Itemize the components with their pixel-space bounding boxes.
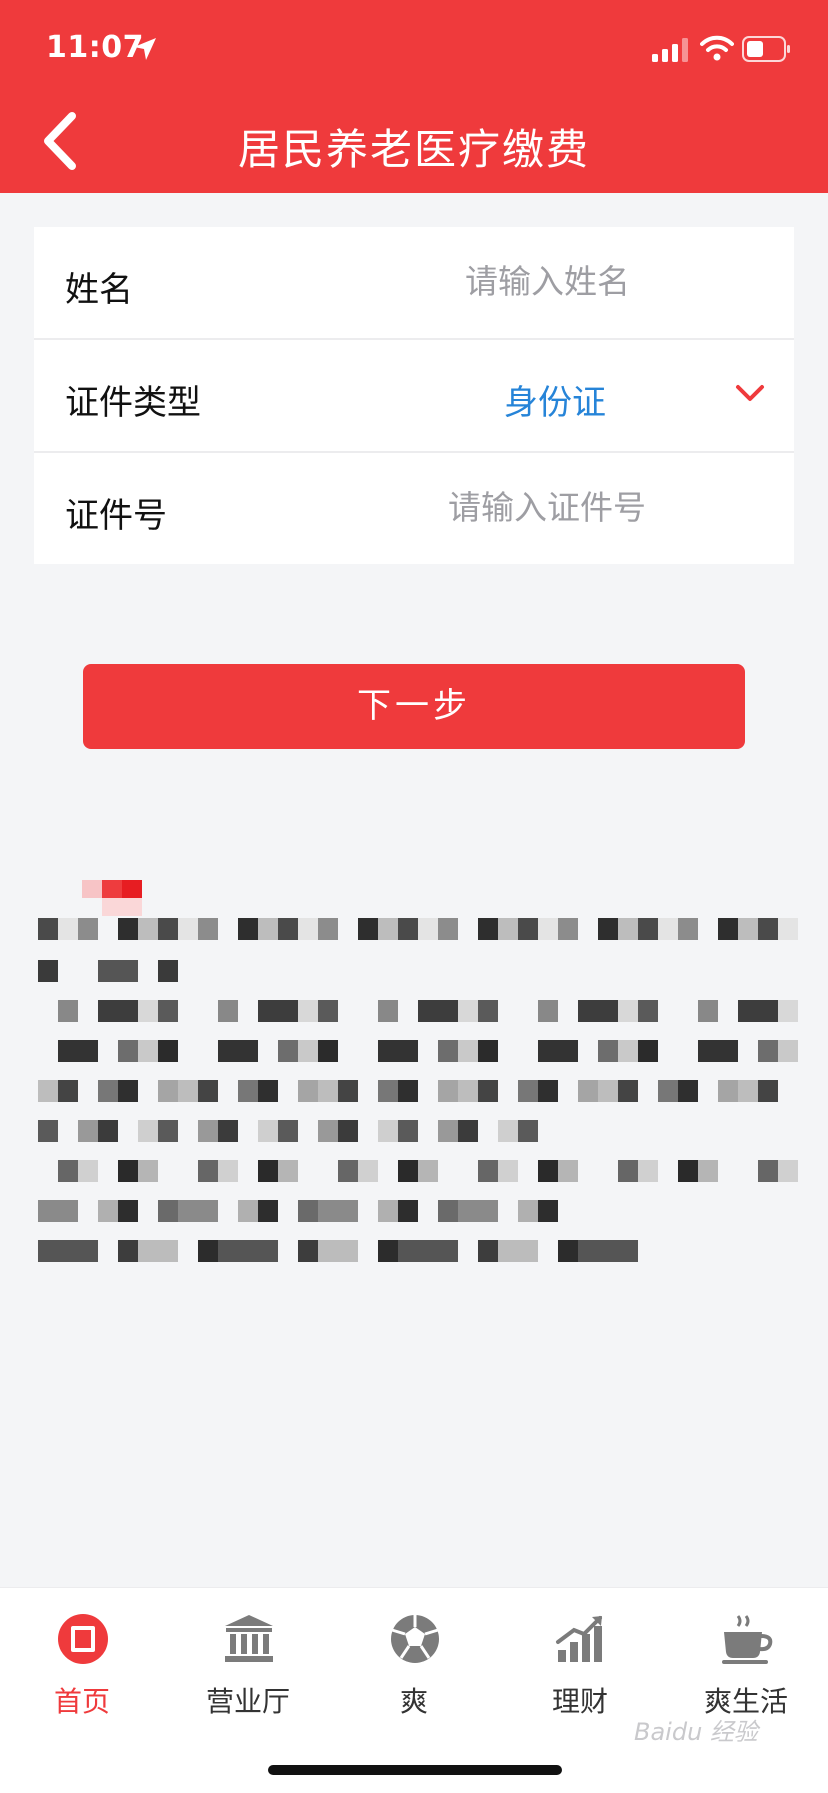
tab-label: 爽 <box>399 1685 428 1718</box>
coffee-cup-icon <box>722 1615 773 1664</box>
name-label: 姓名 <box>65 270 133 310</box>
payment-form: 姓名 证件类型 身份证 证件号 <box>34 227 794 564</box>
pixel-row <box>38 1080 798 1102</box>
pixel-block <box>102 898 142 916</box>
chevron-down-icon[interactable] <box>730 378 770 408</box>
id-type-label: 证件类型 <box>65 383 201 423</box>
bottom-tab-bar: 首页 营业厅 爽 理财 爽生活 <box>0 1587 828 1793</box>
header: 11:07 居民养老医疗缴费 <box>0 0 828 193</box>
tab-finance[interactable]: 理财 <box>510 1588 650 1738</box>
bank-icon <box>225 1615 273 1662</box>
pixel-row <box>38 918 798 940</box>
pixel-row <box>38 1040 798 1062</box>
pixel-block <box>122 880 142 898</box>
pixel-block <box>82 880 102 898</box>
status-time: 11:07 <box>46 30 144 65</box>
pixel-row <box>38 1240 658 1262</box>
tab-label: 首页 <box>53 1685 110 1718</box>
id-type-row[interactable]: 证件类型 身份证 <box>34 340 794 453</box>
id-number-label: 证件号 <box>65 496 167 536</box>
name-input[interactable] <box>300 253 630 309</box>
pixelated-notice-text <box>38 876 798 1276</box>
next-step-button[interactable]: 下一步 <box>83 664 745 749</box>
pixel-row <box>38 1160 798 1182</box>
cellular-signal-icon <box>652 38 688 62</box>
tab-shuang[interactable]: 爽 <box>344 1588 484 1738</box>
pixel-block <box>102 880 122 898</box>
pixel-row <box>38 1000 798 1022</box>
pixel-row <box>38 960 198 982</box>
baidu-watermark: Baidu 经验 <box>634 1718 758 1746</box>
location-arrow-icon <box>134 38 156 60</box>
home-icon <box>58 1614 108 1664</box>
home-indicator[interactable] <box>268 1765 562 1775</box>
pixel-row <box>38 1120 538 1142</box>
tab-home[interactable]: 首页 <box>12 1588 152 1738</box>
name-row: 姓名 <box>34 227 794 340</box>
tab-label: 理财 <box>551 1685 608 1718</box>
finance-chart-icon <box>556 1616 602 1662</box>
id-number-row: 证件号 <box>34 453 794 564</box>
battery-icon <box>742 36 790 62</box>
wifi-icon <box>700 35 734 61</box>
page-title: 居民养老医疗缴费 <box>237 125 590 174</box>
pixel-row <box>38 1200 558 1222</box>
id-number-input[interactable] <box>316 479 646 535</box>
ball-icon <box>391 1615 439 1663</box>
tab-label: 营业厅 <box>205 1685 290 1718</box>
id-type-select[interactable]: 身份证 <box>504 375 606 424</box>
tab-business-hall[interactable]: 营业厅 <box>178 1588 318 1738</box>
status-bar: 11:07 <box>0 0 828 100</box>
